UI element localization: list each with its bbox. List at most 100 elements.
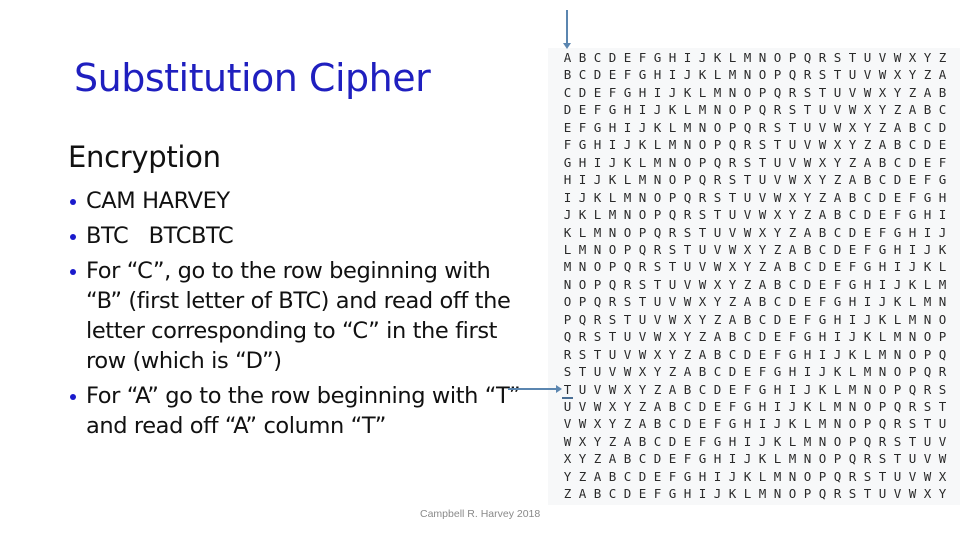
table-cell: J <box>878 294 887 310</box>
table-cell: I <box>923 224 932 240</box>
table-cell: N <box>638 189 647 205</box>
table-cell: L <box>698 84 707 100</box>
table-cell: Q <box>788 67 797 83</box>
table-cell: E <box>743 364 752 380</box>
table-cell: E <box>593 84 602 100</box>
table-cell: L <box>773 451 782 467</box>
table-cell: Y <box>758 241 767 257</box>
table-cell: J <box>698 50 707 65</box>
table-cell: O <box>833 433 842 449</box>
table-cell: W <box>683 294 692 310</box>
table-cell: C <box>878 172 887 188</box>
table-cell: R <box>893 416 902 432</box>
table-cell: M <box>758 486 767 502</box>
table-cell: M <box>923 294 932 310</box>
table-cell: R <box>653 241 662 257</box>
table-cell: F <box>833 276 842 292</box>
table-cell: T <box>563 381 572 397</box>
table-cell: A <box>938 67 947 83</box>
table-cell: N <box>593 241 602 257</box>
table-cell: K <box>848 346 857 362</box>
table-cell: H <box>743 416 752 432</box>
table-cell: W <box>848 102 857 118</box>
table-cell: U <box>698 241 707 257</box>
table-cell: R <box>803 67 812 83</box>
table-cell: H <box>608 119 617 135</box>
table-cell: Y <box>923 50 932 65</box>
table-cell: J <box>938 224 947 240</box>
table-cell: X <box>728 259 737 275</box>
table-cell: S <box>803 84 812 100</box>
table-cell: F <box>668 468 677 484</box>
table-cell: H <box>713 451 722 467</box>
table-cell: I <box>668 67 677 83</box>
table-cell: C <box>773 294 782 310</box>
table-cell: L <box>623 172 632 188</box>
table-cell: K <box>893 294 902 310</box>
table-cell: T <box>893 451 902 467</box>
table-cell: E <box>758 346 767 362</box>
table-cell: K <box>668 102 677 118</box>
table-cell: P <box>773 67 782 83</box>
table-cell: S <box>593 329 602 345</box>
table-cell: J <box>833 346 842 362</box>
table-cell: Y <box>728 276 737 292</box>
table-cell: P <box>743 102 752 118</box>
table-cell: D <box>593 67 602 83</box>
table-cell: G <box>848 276 857 292</box>
table-cell: W <box>638 346 647 362</box>
table-cell: Z <box>803 207 812 223</box>
table-cell: D <box>683 416 692 432</box>
table-cell: D <box>653 451 662 467</box>
table-cell: O <box>863 399 872 414</box>
table-cell: I <box>758 416 767 432</box>
table-cell: X <box>578 433 587 449</box>
table-cell: N <box>938 294 947 310</box>
table-cell: P <box>713 137 722 153</box>
table-cell: S <box>668 241 677 257</box>
table-cell: B <box>578 50 587 65</box>
table-cell: C <box>683 399 692 414</box>
table-cell: L <box>803 416 812 432</box>
table-cell: T <box>638 294 647 310</box>
table-cell: W <box>938 451 947 467</box>
table-cell: F <box>713 416 722 432</box>
table-cell: O <box>668 172 677 188</box>
table-cell: U <box>923 433 932 449</box>
bullet-list: CAM HARVEY BTC BTCBTC For “C”, go to the… <box>68 186 528 446</box>
table-cell: B <box>863 172 872 188</box>
table-cell: H <box>908 224 917 240</box>
table-cell: O <box>923 329 932 345</box>
table-cell: H <box>773 381 782 397</box>
table-cell: F <box>743 381 752 397</box>
table-cell: Z <box>713 311 722 327</box>
table-cell: Q <box>608 276 617 292</box>
table-cell: P <box>878 399 887 414</box>
table-cell: S <box>758 137 767 153</box>
table-cell: Z <box>638 399 647 414</box>
table-cell: F <box>683 451 692 467</box>
table-cell: P <box>683 172 692 188</box>
table-cell: B <box>623 451 632 467</box>
table-cell: T <box>653 276 662 292</box>
table-cell: D <box>848 224 857 240</box>
table-cell: Y <box>773 224 782 240</box>
table-cell: F <box>593 102 602 118</box>
table-cell: R <box>743 137 752 153</box>
table-cell: E <box>878 207 887 223</box>
table-cell: W <box>758 207 767 223</box>
table-cell: Y <box>638 381 647 397</box>
column-arrow-line <box>566 10 568 46</box>
table-cell: S <box>893 433 902 449</box>
table-cell: N <box>608 224 617 240</box>
table-cell: K <box>728 486 737 502</box>
table-cell: H <box>683 486 692 502</box>
table-cell: O <box>908 346 917 362</box>
table-cell: X <box>788 189 797 205</box>
table-cell: U <box>683 259 692 275</box>
table-cell: T <box>713 207 722 223</box>
table-cell: B <box>668 399 677 414</box>
table-cell: B <box>788 259 797 275</box>
table-cell: F <box>608 84 617 100</box>
table-cell: M <box>728 67 737 83</box>
